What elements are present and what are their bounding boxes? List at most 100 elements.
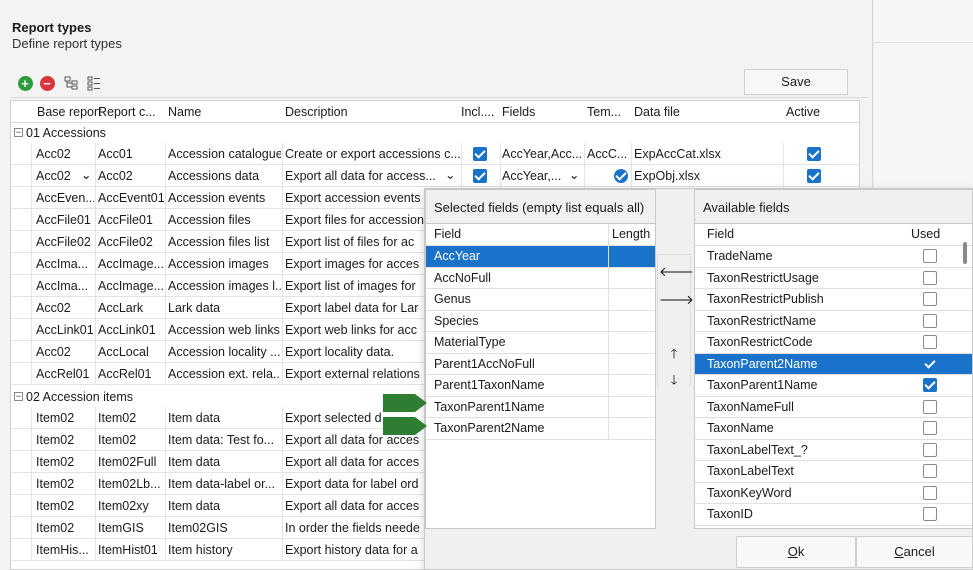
cell-data-file[interactable]: ExpAccCat.xlsx bbox=[634, 147, 721, 161]
used-checkbox[interactable] bbox=[923, 292, 937, 306]
available-field-row[interactable]: TaxonRestrictUsage bbox=[695, 268, 972, 289]
available-field-row[interactable]: TaxonName bbox=[695, 418, 972, 440]
cell-report-code[interactable]: Item02Full bbox=[98, 455, 156, 469]
cell-description[interactable]: Export files for accession bbox=[285, 213, 424, 227]
cell-base-report[interactable]: Item02 bbox=[36, 477, 74, 491]
cell-report-code[interactable]: AccLocal bbox=[98, 345, 149, 359]
cell-name[interactable]: Accession ext. rela... bbox=[168, 367, 281, 381]
cell-base-report[interactable]: Item02 bbox=[36, 521, 74, 535]
cell-report-code[interactable]: Acc02 bbox=[98, 169, 133, 183]
used-checkbox[interactable] bbox=[923, 378, 937, 392]
cell-data-file[interactable]: ExpObj.xlsx bbox=[634, 169, 700, 183]
cell-report-code[interactable]: AccLink01 bbox=[98, 323, 156, 337]
cell-fields[interactable]: AccYear,Acc... bbox=[502, 147, 582, 161]
available-field-row[interactable]: TaxonLabelText bbox=[695, 461, 972, 483]
selected-field-row[interactable]: TaxonParent1Name bbox=[426, 396, 655, 418]
selected-field-row[interactable]: Parent1TaxonName bbox=[426, 375, 655, 397]
col-length[interactable]: Length bbox=[612, 227, 650, 241]
cell-description[interactable]: Export accession events bbox=[285, 191, 421, 205]
cell-name[interactable]: Accession events bbox=[168, 191, 265, 205]
selected-field-row[interactable]: TaxonParent2Name bbox=[426, 418, 655, 440]
available-field-row[interactable]: TaxonRestrictPublish bbox=[695, 289, 972, 311]
cell-description[interactable]: Export history data for a bbox=[285, 543, 418, 557]
col-active[interactable]: Active bbox=[786, 105, 820, 119]
info-icon[interactable] bbox=[614, 169, 628, 183]
used-checkbox[interactable] bbox=[923, 270, 937, 285]
available-field-row[interactable]: TradeName bbox=[695, 246, 972, 268]
cell-description[interactable]: Export all data for acces bbox=[285, 499, 419, 513]
cell-description[interactable]: Export external relations bbox=[285, 367, 420, 381]
cell-description[interactable]: Export list of images for bbox=[285, 279, 416, 293]
cell-report-code[interactable]: ItemGIS bbox=[98, 521, 144, 535]
table-row[interactable]: Acc02 Acc02 Accessions data Export all data… bbox=[11, 165, 859, 187]
used-checkbox[interactable] bbox=[923, 335, 937, 349]
selected-field-row[interactable]: Parent1AccNoFull bbox=[426, 353, 655, 375]
cell-fields[interactable]: AccYear,... bbox=[502, 169, 561, 183]
used-checkbox[interactable] bbox=[923, 313, 937, 328]
cell-name[interactable]: Item data: Test fo... bbox=[168, 433, 274, 447]
group-row[interactable]: − 01 Accessions bbox=[11, 123, 859, 143]
cell-base-report[interactable]: Acc02 bbox=[36, 345, 71, 359]
available-field-row[interactable]: TaxonNameFull bbox=[695, 397, 972, 418]
cell-base-report[interactable]: Acc02 bbox=[36, 169, 71, 183]
available-field-row[interactable]: TaxonParent2Name bbox=[695, 353, 972, 375]
move-left-icon[interactable]: 🡐 bbox=[659, 258, 694, 286]
dropdown-icon[interactable]: ⌄ bbox=[445, 167, 455, 182]
ok-button[interactable]: Ok bbox=[736, 536, 856, 568]
move-right-icon[interactable]: 🡒 bbox=[659, 286, 694, 314]
cell-base-report[interactable]: AccLink01 bbox=[36, 323, 94, 337]
cell-description[interactable]: Create or export accessions c... bbox=[285, 147, 460, 161]
move-down-icon[interactable]: 🡓 bbox=[659, 366, 689, 394]
used-checkbox[interactable] bbox=[923, 485, 937, 500]
available-field-row[interactable]: TaxonID bbox=[695, 504, 972, 526]
cell-report-code[interactable]: Acc01 bbox=[98, 147, 133, 161]
cell-report-code[interactable]: AccImage... bbox=[98, 257, 164, 271]
col-data-file[interactable]: Data file bbox=[634, 105, 680, 119]
cell-name[interactable]: Item data bbox=[168, 499, 220, 513]
cell-base-report[interactable]: Item02 bbox=[36, 411, 74, 425]
cell-base-report[interactable]: Acc02 bbox=[36, 147, 71, 161]
include-checkbox[interactable] bbox=[473, 147, 487, 161]
cell-base-report[interactable]: AccIma... bbox=[36, 279, 88, 293]
cell-name[interactable]: Item data bbox=[168, 411, 220, 425]
cell-description[interactable]: Export images for acces bbox=[285, 257, 419, 271]
available-scrollbar[interactable] bbox=[963, 242, 967, 264]
cell-description[interactable]: Export selected d bbox=[285, 411, 382, 425]
col-report-code[interactable]: Report c... bbox=[98, 105, 156, 119]
used-checkbox[interactable] bbox=[923, 421, 937, 435]
cell-name[interactable]: Accession locality ... bbox=[168, 345, 281, 359]
cell-name[interactable]: Item history bbox=[168, 543, 233, 557]
cell-report-code[interactable]: AccFile02 bbox=[98, 235, 153, 249]
add-icon[interactable]: + bbox=[16, 74, 34, 92]
cell-report-code[interactable]: Item02 bbox=[98, 411, 136, 425]
cancel-button[interactable]: Cancel bbox=[856, 536, 973, 568]
cell-name[interactable]: Accessions data bbox=[168, 169, 259, 183]
cell-description[interactable]: Export locality data. bbox=[285, 345, 394, 359]
cell-description[interactable]: Export all data for acces bbox=[285, 455, 419, 469]
cell-name[interactable]: Accession images bbox=[168, 257, 269, 271]
used-checkbox[interactable] bbox=[923, 507, 937, 521]
cell-name[interactable]: Accession files list bbox=[168, 235, 269, 249]
cell-report-code[interactable]: Item02 bbox=[98, 433, 136, 447]
available-field-row[interactable]: TaxonRestrictName bbox=[695, 311, 972, 332]
cell-name[interactable]: Lark data bbox=[168, 301, 220, 315]
cell-name[interactable]: Item data bbox=[168, 455, 220, 469]
cell-template[interactable]: AccC... bbox=[587, 147, 627, 161]
cell-name[interactable]: Item data-label or... bbox=[168, 477, 275, 491]
cell-report-code[interactable]: Item02Lb... bbox=[98, 477, 161, 491]
cell-description[interactable]: In order the fields neede bbox=[285, 521, 420, 535]
cell-name[interactable]: Accession files bbox=[168, 213, 251, 227]
used-checkbox[interactable] bbox=[923, 442, 937, 457]
cell-name[interactable]: Item02GIS bbox=[168, 521, 228, 535]
selected-field-row[interactable]: AccYear bbox=[426, 246, 655, 268]
cell-description[interactable]: Export web links for acc bbox=[285, 323, 417, 337]
available-field-row[interactable]: TaxonRestrictCode bbox=[695, 332, 972, 354]
move-up-icon[interactable]: 🡑 bbox=[659, 340, 689, 368]
selected-field-row[interactable]: MaterialType bbox=[426, 332, 655, 354]
col-name[interactable]: Name bbox=[168, 105, 201, 119]
available-field-row[interactable]: TaxonKeyWord bbox=[695, 483, 972, 504]
collapse-icon[interactable]: − bbox=[14, 128, 23, 137]
cell-description[interactable]: Export list of files for ac bbox=[285, 235, 414, 249]
col-template[interactable]: Tem... bbox=[587, 105, 621, 119]
cell-name[interactable]: Accession images l... bbox=[168, 279, 281, 293]
